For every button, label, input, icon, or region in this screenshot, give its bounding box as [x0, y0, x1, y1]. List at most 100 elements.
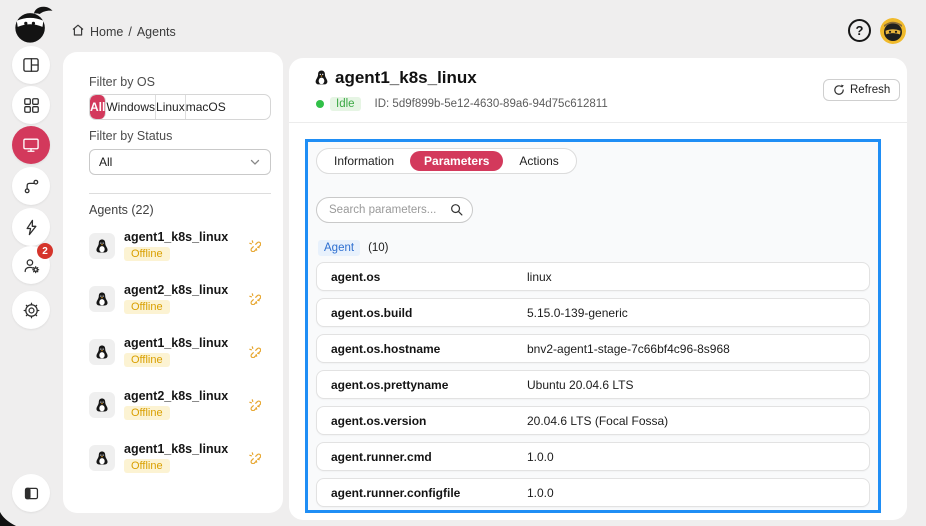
parameter-value: bnv2-agent1-stage-7c66bf4c96-8s968 — [527, 341, 730, 356]
parameter-group-chip[interactable]: Agent — [318, 240, 361, 256]
agent-id-text: ID: 5d9f899b-5e12-4630-89a6-94d75c612811 — [374, 98, 608, 110]
parameter-row: agent.os.version 20.04.6 LTS (Focal Foss… — [316, 406, 870, 435]
search-parameters — [316, 197, 473, 223]
home-icon — [71, 23, 85, 40]
agents-heading: Agents (22) — [89, 203, 154, 217]
parameter-row: agent.runner.cmd 1.0.0 — [316, 442, 870, 471]
status-badge: Idle — [330, 97, 361, 111]
link-off-icon — [248, 239, 262, 257]
agent-status-badge: Offline — [124, 406, 170, 420]
linux-penguin-icon — [89, 233, 115, 259]
parameter-key: agent.os.version — [331, 413, 427, 428]
app-window: 2 Home / Agents ? Filter by OS All Windo… — [0, 0, 926, 526]
linux-penguin-icon — [89, 392, 115, 418]
link-off-icon — [248, 451, 262, 469]
agent-name: agent2_k8s_linux — [124, 389, 229, 403]
filter-status-label: Filter by Status — [89, 129, 173, 143]
help-button[interactable]: ? — [848, 19, 871, 42]
status-dot — [316, 100, 324, 108]
search-icon — [451, 204, 463, 216]
parameter-key: agent.os — [331, 269, 381, 284]
link-off-icon — [248, 398, 262, 416]
os-filter-option[interactable]: macOS — [185, 95, 226, 119]
divider — [89, 193, 271, 194]
agent-detail-panel: agent1_k8s_linux Idle ID: 5d9f899b-5e12-… — [289, 58, 907, 520]
os-filter-option[interactable]: Linux — [156, 95, 186, 119]
agent-name: agent1_k8s_linux — [124, 442, 229, 456]
filter-os-label: Filter by OS — [89, 75, 155, 89]
ninja-logo — [11, 5, 53, 45]
user-avatar[interactable] — [880, 18, 906, 44]
notification-badge: 2 — [37, 243, 53, 259]
parameter-row: agent.os.hostname bnv2-agent1-stage-7c66… — [316, 334, 870, 363]
breadcrumb-current: Agents — [136, 24, 176, 39]
linux-penguin-icon — [89, 286, 115, 312]
parameter-row: agent.os linux — [316, 262, 870, 291]
highlighted-content-region: Information Parameters Actions Agent (10… — [305, 139, 881, 513]
agent-list-item[interactable]: agent1_k8s_linux Offline — [89, 439, 262, 481]
agent-list-item[interactable]: agent2_k8s_linux Offline — [89, 280, 262, 322]
parameter-row: agent.os.build 5.15.0-139-generic — [316, 298, 870, 327]
parameter-key: agent.os.prettyname — [331, 377, 449, 392]
agent-status-badge: Offline — [124, 247, 170, 261]
agent-list-item[interactable]: agent1_k8s_linux Offline — [89, 333, 262, 375]
monitor-icon[interactable] — [12, 126, 50, 164]
parameter-row: agent.runner.configfile 1.0.0 — [316, 478, 870, 507]
agent-list-item[interactable]: agent1_k8s_linux Offline — [89, 227, 262, 269]
parameter-group-count: (10) — [368, 242, 389, 254]
refresh-icon — [834, 84, 844, 95]
link-off-icon — [248, 345, 262, 363]
parameter-value: 1.0.0 — [527, 449, 554, 464]
icon-rail: 2 — [0, 0, 62, 526]
refresh-label: Refresh — [850, 84, 891, 96]
link-off-icon — [248, 292, 262, 310]
parameter-value: 20.04.6 LTS (Focal Fossa) — [527, 413, 669, 428]
refresh-button[interactable]: Refresh — [823, 79, 901, 101]
agent-list: agent1_k8s_linux Offline agent2_k8s_linu… — [89, 227, 262, 492]
parameter-key: agent.os.hostname — [331, 341, 441, 356]
parameter-key: agent.runner.configfile — [331, 485, 461, 500]
page-title: agent1_k8s_linux — [335, 68, 477, 87]
apps-grid-icon[interactable] — [12, 86, 50, 124]
mouse-cursor — [0, 512, 16, 526]
status-filter-value: All — [99, 155, 113, 169]
agent-list-item[interactable]: agent2_k8s_linux Offline — [89, 386, 262, 428]
agent-status-badge: Offline — [124, 353, 170, 367]
lightning-icon[interactable] — [12, 208, 50, 246]
parameter-row: agent.os.prettyname Ubuntu 20.04.6 LTS — [316, 370, 870, 399]
agent-name: agent2_k8s_linux — [124, 283, 229, 297]
linux-penguin-icon — [313, 69, 330, 91]
parameter-value: 5.15.0-139-generic — [527, 305, 628, 320]
parameter-key: agent.os.build — [331, 305, 413, 320]
collapse-sidebar-icon[interactable] — [12, 474, 50, 512]
agent-name: agent1_k8s_linux — [124, 230, 229, 244]
breadcrumb: Home / Agents — [71, 23, 176, 40]
tab-bar: Information Parameters Actions — [316, 148, 577, 174]
linux-penguin-icon — [89, 445, 115, 471]
parameter-value: linux — [527, 269, 552, 284]
tab[interactable]: Information — [320, 151, 408, 171]
parameter-table: agent.os linux agent.os.build 5.15.0-139… — [316, 262, 870, 514]
git-branch-icon[interactable] — [12, 167, 50, 205]
os-filter-segmented: All Windows Linux macOS — [89, 94, 271, 120]
agent-status-badge: Offline — [124, 459, 170, 473]
tab[interactable]: Actions — [505, 151, 572, 171]
agent-name: agent1_k8s_linux — [124, 336, 229, 350]
status-filter-select[interactable]: All — [89, 149, 271, 175]
tab[interactable]: Parameters — [410, 151, 504, 171]
parameter-value: Ubuntu 20.04.6 LTS — [527, 377, 634, 392]
os-filter-option[interactable]: All — [90, 95, 107, 119]
user-gear-icon[interactable]: 2 — [12, 243, 53, 284]
os-filter-option[interactable]: Windows — [106, 95, 157, 119]
parameter-key: agent.runner.cmd — [331, 449, 432, 464]
parameter-value: 1.0.0 — [527, 485, 554, 500]
breadcrumb-home[interactable]: Home — [90, 25, 123, 39]
layout-icon[interactable] — [12, 46, 50, 84]
chevron-down-icon — [250, 159, 260, 165]
linux-penguin-icon — [89, 339, 115, 365]
agent-status-badge: Offline — [124, 300, 170, 314]
breadcrumb-separator: / — [128, 24, 132, 39]
settings-gear-icon[interactable] — [12, 291, 50, 329]
divider — [289, 122, 907, 123]
filter-sidebar: Filter by OS All Windows Linux macOS Fil… — [63, 52, 283, 513]
